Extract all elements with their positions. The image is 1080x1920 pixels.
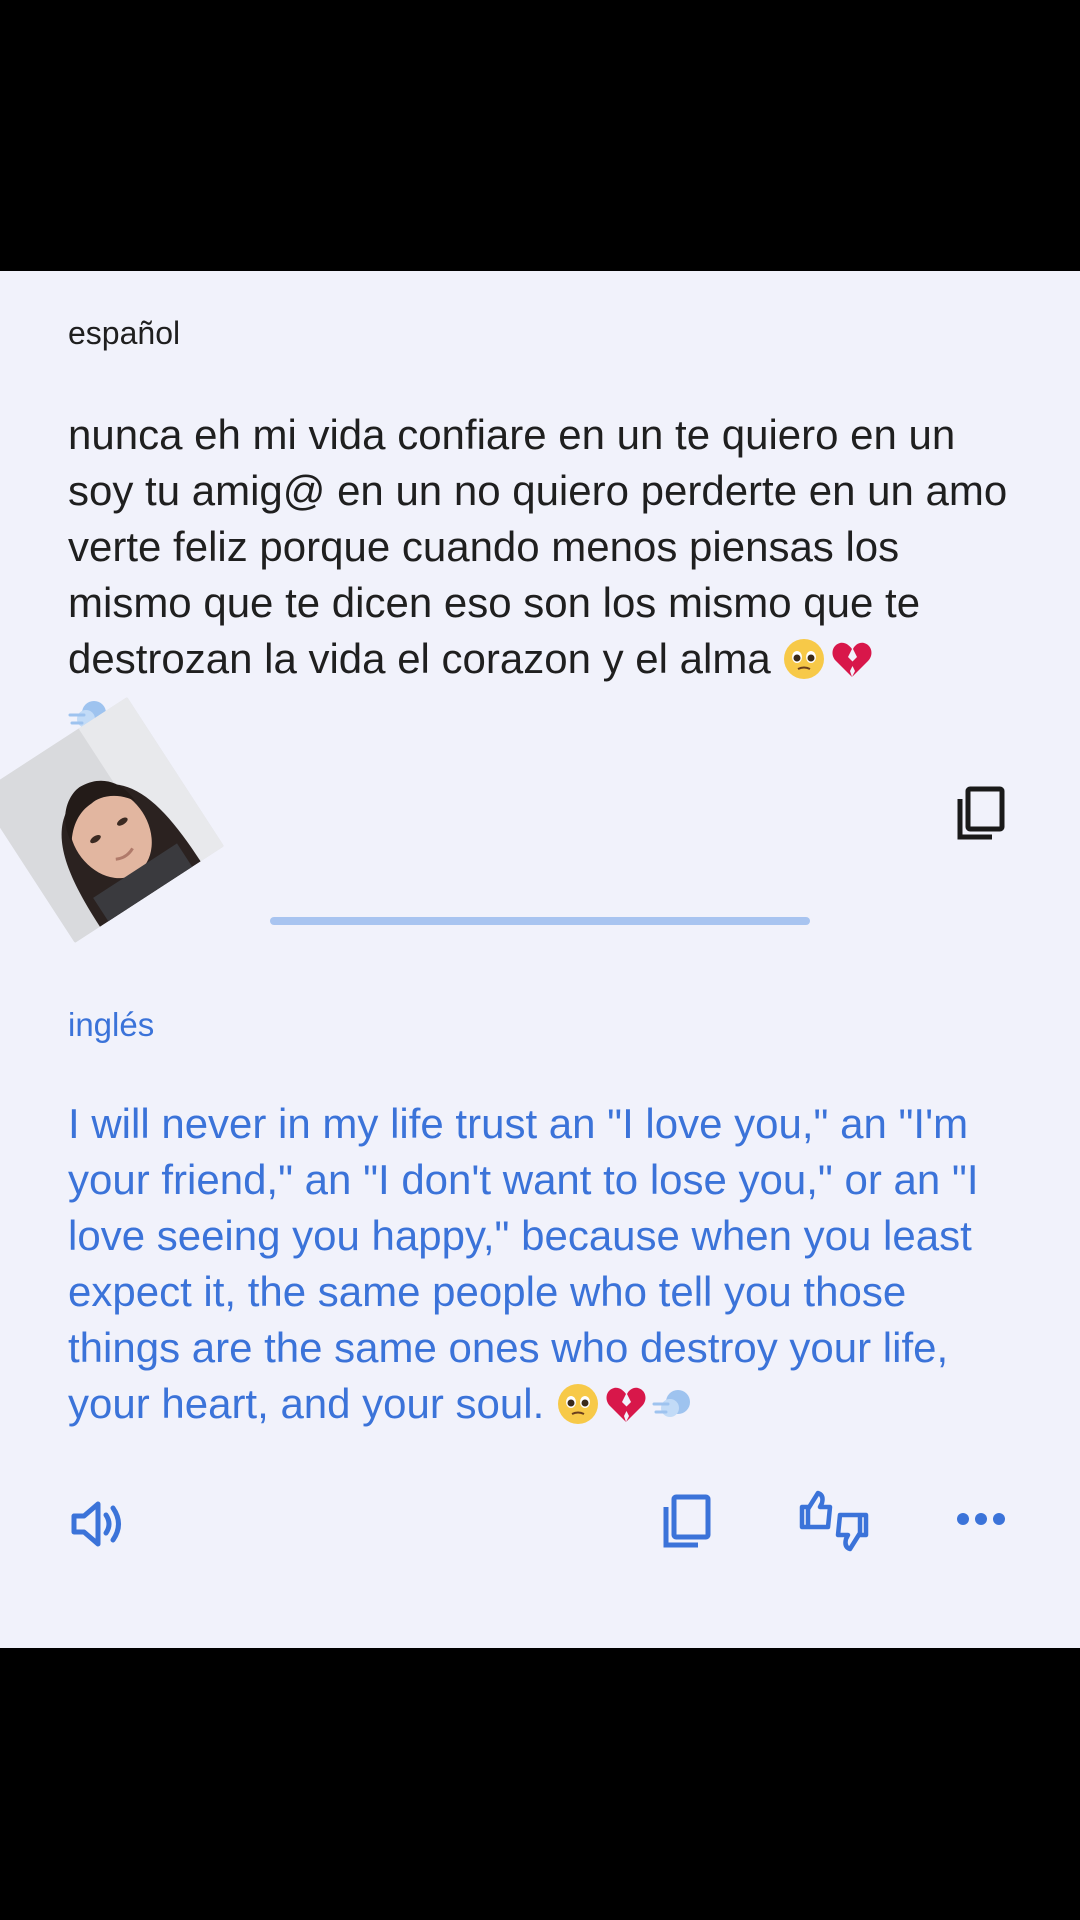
- broken-heart-icon: [606, 1387, 646, 1422]
- source-text-body: nunca eh mi vida confiare en un te quier…: [68, 411, 1019, 682]
- target-language-label: inglés: [68, 1006, 155, 1043]
- more-icon[interactable]: [956, 1511, 1006, 1527]
- divider: [270, 917, 810, 925]
- pleading-face-icon: [557, 1384, 598, 1424]
- pleading-face-icon: [784, 639, 825, 679]
- source-text: nunca eh mi vida confiare en un te quier…: [68, 407, 1023, 743]
- speaker-icon[interactable]: [70, 1499, 128, 1549]
- translation-text-body: I will never in my life trust an "I love…: [68, 1100, 991, 1427]
- broken-heart-icon: [832, 642, 872, 677]
- dash-symbol-icon: [652, 1390, 690, 1417]
- source-language-label: español: [68, 315, 181, 351]
- translation-card: español nunca eh mi vida confiare en un …: [0, 271, 1080, 1648]
- translation-text: I will never in my life trust an "I love…: [68, 1096, 1023, 1432]
- feedback-icon[interactable]: [798, 1489, 870, 1553]
- copy-icon[interactable]: [954, 785, 1006, 843]
- copy-icon[interactable]: [660, 1493, 712, 1551]
